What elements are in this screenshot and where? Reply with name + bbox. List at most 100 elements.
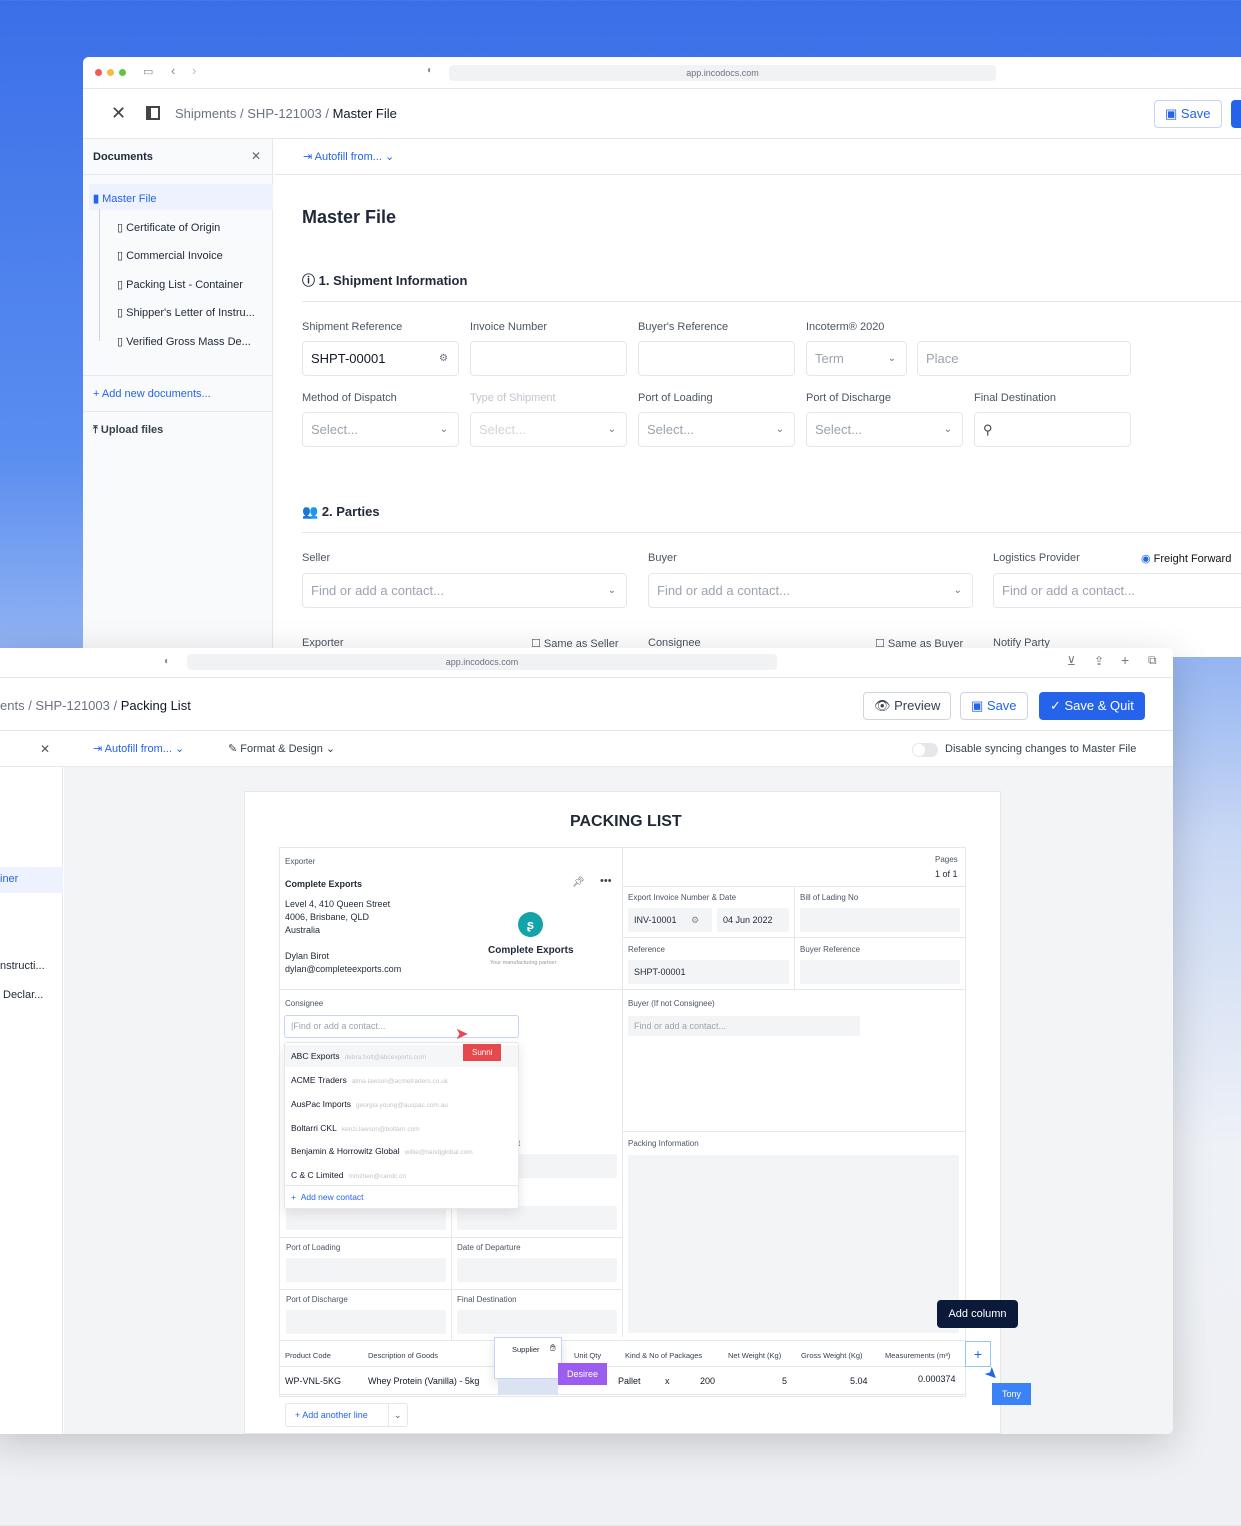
url-bar[interactable]: app.incodocs.com [187, 654, 777, 670]
close-sidebar-icon[interactable]: ✕ [40, 742, 50, 756]
incoterm-term-select[interactable]: Term ⌄ [806, 341, 907, 376]
documents-sidebar: Documents ✕ ▮ Master File ▯ Certificate … [83, 139, 273, 657]
forward-icon[interactable]: › [192, 63, 196, 78]
port-of-discharge-field[interactable] [286, 1310, 446, 1334]
port-of-loading-field[interactable] [286, 1258, 446, 1282]
hidden-field[interactable] [286, 1206, 446, 1230]
address-line: Australia [285, 925, 321, 935]
packing-info-field[interactable] [628, 1155, 959, 1333]
back-icon[interactable]: ‹ [171, 63, 175, 78]
contact-option[interactable]: Boltarri CKL kenzi.lawson@boltarri.com [291, 1123, 420, 1133]
label-buyer: Buyer (If not Consignee) [628, 999, 715, 1008]
share-icon[interactable]: ⇪ [1094, 654, 1104, 668]
cell-packages[interactable]: 200 [700, 1376, 715, 1386]
sidebar-item-sli[interactable]: ▯ Shipper's Letter of Instru... [117, 306, 255, 319]
logistics-select[interactable]: Find or add a contact... [993, 573, 1241, 608]
sidebar-item-certificate[interactable]: ▯ Certificate of Origin [117, 221, 220, 234]
cell-measurements[interactable]: 0.000374 [918, 1374, 956, 1384]
gear-icon[interactable]: ⚙ [691, 915, 699, 925]
hidden-field[interactable] [457, 1206, 617, 1230]
port-of-loading-select[interactable]: Select... ⌄ [638, 412, 795, 447]
tabs-icon[interactable]: ⧉ [1148, 653, 1157, 668]
panel-icon[interactable] [146, 106, 160, 120]
label-final-destination: Final Destination [974, 392, 1056, 404]
save-quit-button[interactable]: ✓ Save & Quit [1039, 692, 1145, 720]
save-button[interactable]: ▣ Save [1154, 100, 1222, 128]
download-icon[interactable]: ⊻ [1067, 654, 1076, 668]
invoice-number-field[interactable]: INV-10001 ⚙ [628, 908, 712, 932]
sidebar-item-master-file[interactable]: ▮ Master File [93, 192, 157, 205]
close-icon[interactable]: ✕ [111, 103, 126, 124]
sidebar-item-vgm[interactable]: ▯ Verified Gross Mass De... [117, 335, 251, 348]
bill-of-lading-field[interactable] [800, 908, 960, 932]
port-of-discharge-select[interactable]: Select... ⌄ [806, 412, 963, 447]
supplier-column-dragging[interactable]: Supplier ✋︎ [494, 1337, 562, 1379]
pin-icon[interactable]: 📌︎ [572, 877, 585, 888]
incoterm-place-input[interactable]: Place [917, 341, 1131, 376]
add-line-button[interactable]: + Add another line ⌄ [285, 1403, 408, 1427]
more-icon[interactable]: ••• [600, 875, 612, 887]
contact-option[interactable]: ACME Traders alma.lawson@acmetraders.co.u… [291, 1075, 448, 1085]
final-destination-field[interactable] [457, 1310, 617, 1334]
cell-gross-weight[interactable]: 5.04 [850, 1376, 868, 1386]
save-quit-button[interactable] [1231, 100, 1241, 128]
reference-field[interactable]: SHPT-00001 [628, 960, 789, 984]
autofill-button[interactable]: ⇥ Autofill from... ⌄ [303, 150, 394, 163]
departure-field[interactable] [457, 1258, 617, 1282]
buyers-reference-input[interactable] [638, 341, 795, 376]
autofill-button[interactable]: ⇥ Autofill from... ⌄ [93, 742, 184, 755]
freight-forwarder-radio[interactable]: ◉ Freight Forward [1141, 552, 1231, 565]
new-tab-icon[interactable]: + [1121, 652, 1129, 668]
sidebar-item-sli[interactable]: nstructi... [0, 960, 45, 972]
upload-files-link[interactable]: ⤒ Upload files [93, 424, 163, 437]
save-button[interactable]: ▣ Save [960, 692, 1028, 720]
cell-description[interactable]: Whey Protein (Vanilla) - 5kg [368, 1376, 479, 1386]
invoice-number-input[interactable] [470, 341, 627, 376]
add-new-contact-button[interactable]: + Add new contact [291, 1192, 364, 1202]
cursor-label-sunni: Sunni [463, 1044, 502, 1061]
sidebar-toggle-icon[interactable]: ▭ [143, 65, 153, 78]
add-documents-link[interactable]: + Add new documents... [93, 388, 211, 400]
type-of-shipment-select[interactable]: Select... ⌄ [470, 412, 627, 447]
sync-toggle[interactable] [912, 743, 938, 757]
shield-icon: ◐ [427, 65, 434, 76]
breadcrumb-current: Packing List [120, 698, 191, 713]
contact-option[interactable]: C & C Limited mmzhen@candc.cn [291, 1170, 406, 1180]
shipment-reference-input[interactable]: SHPT-00001 ⚙ [302, 341, 459, 376]
breadcrumb-shipments[interactable]: Shipments [175, 106, 236, 121]
column-header: Kind & No of Packages [625, 1351, 703, 1360]
sidebar-item-packing-list[interactable]: iner [0, 873, 18, 885]
contact-option[interactable]: ABC Exports debra.holt@abcexports.com [291, 1051, 426, 1061]
contact-option[interactable]: Benjamin & Horrowitz Global willie@handjg… [291, 1146, 473, 1156]
final-destination-input[interactable]: ⚲ [974, 412, 1131, 447]
contact-option[interactable]: AusPac Imports georgia.young@auspac.com.a… [291, 1099, 448, 1109]
label-exporter: Exporter [285, 857, 316, 866]
invoice-date-field[interactable]: 04 Jun 2022 [717, 908, 789, 932]
cell-product-code[interactable]: WP-VNL-5KG [285, 1376, 341, 1386]
add-column-button[interactable]: + [965, 1341, 991, 1367]
label-buyer-reference: Buyer Reference [800, 945, 861, 954]
preview-button[interactable]: 👁 Preview [863, 692, 952, 720]
consignee-search-input[interactable]: |Find or add a contact... [284, 1015, 519, 1038]
breadcrumb-shipment[interactable]: SHP-121003 [247, 106, 321, 121]
seller-select[interactable]: Find or add a contact... ⌄ [302, 573, 627, 608]
cell-kind[interactable]: Pallet [618, 1376, 641, 1386]
method-of-dispatch-select[interactable]: Select... ⌄ [302, 412, 459, 447]
buyer-contact-field[interactable]: Find or add a contact... [628, 1016, 860, 1036]
cell-net-weight[interactable]: 5 [782, 1376, 787, 1386]
sidebar-item-packing-list[interactable]: ▯ Packing List - Container [117, 278, 243, 291]
gear-icon[interactable]: ⚙ [439, 342, 448, 375]
buyer-reference-field[interactable] [800, 960, 960, 984]
format-design-button[interactable]: ✎ Format & Design ⌄ [228, 742, 335, 755]
sync-label: Disable syncing changes to Master File [945, 743, 1137, 755]
sidebar-title: Documents [93, 151, 153, 163]
buyer-select[interactable]: Find or add a contact... ⌄ [648, 573, 973, 608]
breadcrumb-shipment[interactable]: SHP-121003 [35, 698, 109, 713]
sidebar-item-commercial-invoice[interactable]: ▯ Commercial Invoice [117, 249, 223, 262]
breadcrumb-shipments[interactable]: ents [0, 698, 25, 713]
url-bar[interactable]: app.incodocs.com [449, 65, 996, 81]
sidebar-item-vgm[interactable]: Declar... [3, 989, 43, 1001]
chevron-down-icon[interactable]: ⌄ [388, 1404, 402, 1426]
close-sidebar-icon[interactable]: ✕ [251, 149, 261, 163]
pages-value: 1 of 1 [935, 869, 958, 879]
